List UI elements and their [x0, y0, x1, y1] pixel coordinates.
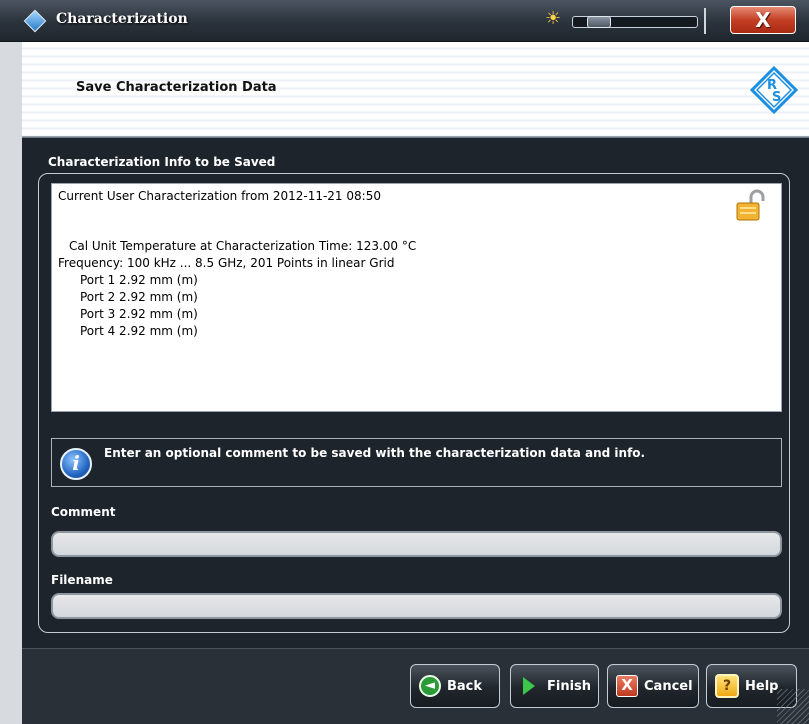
- info-detail-frequency: Frequency: 100 kHz ... 8.5 GHz, 201 Poin…: [58, 256, 395, 270]
- help-icon: ?: [715, 674, 739, 698]
- info-icon: i: [60, 448, 92, 480]
- cancel-button[interactable]: X Cancel: [607, 664, 699, 708]
- cancel-x-icon: X: [616, 675, 638, 697]
- back-button-label: Back: [447, 678, 483, 694]
- filename-label: Filename: [51, 573, 113, 587]
- close-button[interactable]: X: [730, 6, 796, 34]
- characterization-info-panel: Current User Characterization from 2012-…: [51, 183, 782, 412]
- info-port-2: Port 2 2.92 mm (m): [80, 290, 198, 304]
- filename-input[interactable]: [51, 593, 782, 619]
- info-header-line: Current User Characterization from 2012-…: [58, 189, 381, 203]
- brightness-slider[interactable]: [572, 16, 698, 28]
- page-title: Save Characterization Data: [76, 80, 277, 95]
- title-separator: [704, 8, 706, 34]
- hint-text: Enter an optional comment to be saved wi…: [104, 446, 646, 460]
- rohde-schwarz-logo: R S: [750, 66, 798, 114]
- resize-grip[interactable]: [777, 689, 809, 724]
- comment-label: Comment: [51, 505, 116, 519]
- svg-text:S: S: [772, 90, 781, 105]
- info-detail-temperature: Cal Unit Temperature at Characterization…: [69, 239, 417, 253]
- brightness-icon: ☀: [545, 8, 562, 29]
- section-title: Characterization Info to be Saved: [48, 155, 276, 169]
- back-button[interactable]: ◄ Back: [410, 664, 500, 708]
- background-window-edge: [0, 42, 22, 724]
- dialog-body: Characterization Info to be Saved Curren…: [22, 138, 809, 648]
- brightness-slider-thumb[interactable]: [586, 16, 611, 28]
- hint-box: i Enter an optional comment to be saved …: [51, 438, 782, 487]
- play-arrow-icon: [523, 677, 535, 695]
- window-title: Characterization: [56, 11, 188, 27]
- info-port-3: Port 3 2.92 mm (m): [80, 307, 198, 321]
- characterization-group: Current User Characterization from 2012-…: [38, 173, 790, 633]
- unlocked-lock-icon[interactable]: [735, 188, 769, 222]
- info-port-1: Port 1 2.92 mm (m): [80, 273, 198, 287]
- finish-button[interactable]: Finish: [510, 664, 599, 708]
- title-bar[interactable]: Characterization ☀ X: [0, 0, 809, 42]
- dialog-footer: ◄ Back Finish X Cancel ? Help: [22, 648, 809, 724]
- comment-input[interactable]: [51, 531, 782, 557]
- help-button-label: Help: [745, 678, 779, 694]
- finish-button-label: Finish: [547, 678, 592, 694]
- app-icon: [23, 9, 47, 33]
- back-arrow-icon: ◄: [419, 675, 441, 697]
- cancel-button-label: Cancel: [644, 678, 693, 694]
- info-port-4: Port 4 2.92 mm (m): [80, 324, 198, 338]
- dialog-header: Save Characterization Data R S: [22, 42, 809, 137]
